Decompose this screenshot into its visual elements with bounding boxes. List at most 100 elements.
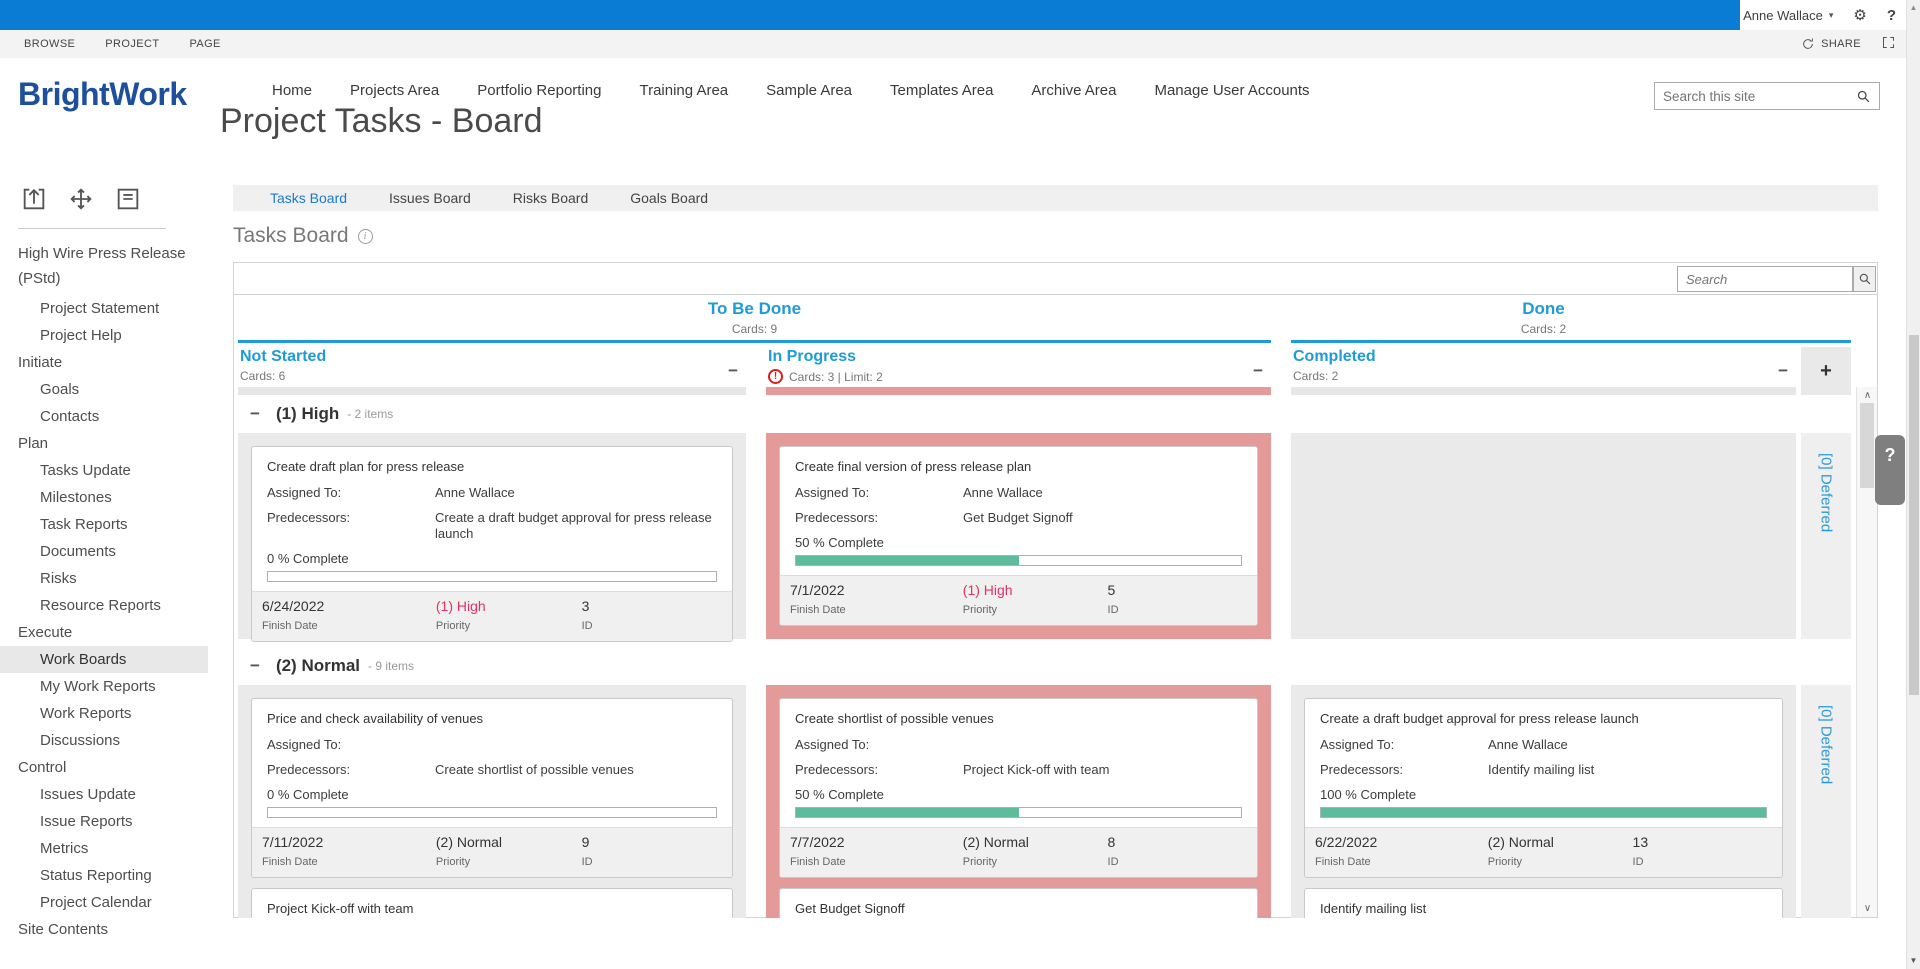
sidebar-item-work-boards[interactable]: Work Boards xyxy=(0,646,208,673)
card-title: Create shortlist of possible venues xyxy=(795,711,1242,727)
column-not-started-header: Not Started Cards: 6 − xyxy=(238,347,746,387)
collapse-column-icon[interactable]: − xyxy=(1253,362,1263,379)
move-button[interactable] xyxy=(65,183,97,215)
sidebar-item-issue-reports[interactable]: Issue Reports xyxy=(0,808,208,835)
promote-button[interactable] xyxy=(18,183,50,215)
sidebar-item-execute[interactable]: Execute xyxy=(0,619,208,646)
tab-issues-board[interactable]: Issues Board xyxy=(389,190,471,206)
group-name[interactable]: To Be Done xyxy=(238,299,1271,319)
page-title: Project Tasks - Board xyxy=(220,102,543,141)
scroll-down-icon[interactable]: ∨ xyxy=(1857,903,1878,914)
topnav-templates-area[interactable]: Templates Area xyxy=(890,82,993,99)
topnav-manage-user-accounts[interactable]: Manage User Accounts xyxy=(1154,82,1309,99)
sidebar-item-milestones[interactable]: Milestones xyxy=(0,484,208,511)
sidebar-item-project-calendar[interactable]: Project Calendar xyxy=(0,889,208,916)
task-card[interactable]: Create shortlist of possible venues Assi… xyxy=(779,698,1258,878)
board-search-button[interactable] xyxy=(1853,266,1876,292)
topnav-portfolio-reporting[interactable]: Portfolio Reporting xyxy=(477,82,601,99)
help-flyout-button[interactable]: ? xyxy=(1875,435,1905,505)
card-title: Get Budget Signoff xyxy=(795,901,1242,917)
add-column-button[interactable]: + xyxy=(1801,347,1851,395)
tab-tasks-board[interactable]: Tasks Board xyxy=(270,190,347,206)
help-icon[interactable]: ? xyxy=(1887,7,1896,24)
board-search-input[interactable] xyxy=(1677,266,1853,292)
ribbon-tab-project[interactable]: PROJECT xyxy=(105,38,159,50)
focus-mode-button[interactable] xyxy=(1881,35,1896,53)
progress-fill xyxy=(1321,808,1766,817)
share-button[interactable]: SHARE xyxy=(1801,37,1861,51)
scroll-down-icon[interactable]: ▼ xyxy=(1907,956,1920,965)
sidebar-item-control[interactable]: Control xyxy=(0,754,208,781)
user-menu[interactable]: Anne Wallace ▾ xyxy=(1743,8,1833,23)
predecessors-value: Create shortlist of possible venues xyxy=(435,762,717,778)
scroll-up-icon[interactable]: ∧ xyxy=(1857,390,1878,401)
task-card[interactable]: Create final version of press release pl… xyxy=(779,446,1258,626)
percent-complete-label: 0 % Complete xyxy=(267,551,717,566)
topnav-projects-area[interactable]: Projects Area xyxy=(350,82,439,99)
sidebar-item-documents[interactable]: Documents xyxy=(0,538,208,565)
group-name[interactable]: Done xyxy=(1291,299,1796,319)
scrollbar-thumb[interactable] xyxy=(1909,335,1919,695)
card-title: Identify mailing list xyxy=(1320,901,1767,917)
task-card[interactable]: Create draft plan for press release Assi… xyxy=(251,446,733,642)
topnav-archive-area[interactable]: Archive Area xyxy=(1031,82,1116,99)
card-title: Create final version of press release pl… xyxy=(795,459,1242,475)
collapse-column-icon[interactable]: − xyxy=(1778,362,1788,379)
scrollbar-thumb[interactable] xyxy=(1860,403,1874,488)
form-list-button[interactable] xyxy=(112,183,144,215)
assigned-value: Anne Wallace xyxy=(963,485,1242,501)
task-card[interactable]: Create a draft budget approval for press… xyxy=(1304,698,1783,878)
cell-high-not-started: Create draft plan for press release Assi… xyxy=(238,433,746,639)
sidebar-item-goals[interactable]: Goals xyxy=(0,376,208,403)
sidebar-item-resource-reports[interactable]: Resource Reports xyxy=(0,592,208,619)
sidebar-item-metrics[interactable]: Metrics xyxy=(0,835,208,862)
tab-goals-board[interactable]: Goals Board xyxy=(630,190,708,206)
assigned-value: Anne Wallace xyxy=(435,485,717,501)
collapse-swimlane-icon[interactable]: − xyxy=(250,656,260,676)
sidebar-item-initiate[interactable]: Initiate xyxy=(0,349,208,376)
sidebar-item-tasks-update[interactable]: Tasks Update xyxy=(0,457,208,484)
sidebar-item-issues-update[interactable]: Issues Update xyxy=(0,781,208,808)
assigned-label: Assigned To: xyxy=(795,737,963,753)
sidebar-item-plan[interactable]: Plan xyxy=(0,430,208,457)
sidebar-item-task-reports[interactable]: Task Reports xyxy=(0,511,208,538)
board-scrollbar[interactable]: ∧ ∨ xyxy=(1856,387,1877,917)
sidebar-item-site-contents[interactable]: Site Contents xyxy=(0,916,208,943)
ribbon-tab-browse[interactable]: BROWSE xyxy=(24,38,75,50)
sidebar-item-project-help[interactable]: Project Help xyxy=(0,322,208,349)
ribbon-tab-page[interactable]: PAGE xyxy=(189,38,220,50)
settings-gear-icon[interactable]: ⚙ xyxy=(1853,6,1866,24)
task-card[interactable]: Project Kick-off with team xyxy=(251,888,733,918)
deferred-column[interactable]: [0] Deferred xyxy=(1801,433,1851,639)
sidebar-item-risks[interactable]: Risks xyxy=(0,565,208,592)
task-card[interactable]: Identify mailing list xyxy=(1304,888,1783,918)
info-icon[interactable]: i xyxy=(358,229,373,244)
sidebar-item-project-title[interactable]: High Wire Press Release (PStd) xyxy=(0,239,208,295)
page-scrollbar[interactable]: ▲ ▼ xyxy=(1906,0,1920,969)
search-icon[interactable] xyxy=(1856,89,1871,104)
brightwork-logo[interactable]: BrightWork xyxy=(18,76,208,113)
site-search-input[interactable] xyxy=(1663,89,1850,104)
percent-complete-label: 100 % Complete xyxy=(1320,787,1767,802)
suite-bar: Anne Wallace ▾ ⚙ ? xyxy=(0,0,1920,30)
sidebar-item-project-statement[interactable]: Project Statement xyxy=(0,295,208,322)
sidebar-item-my-work-reports[interactable]: My Work Reports xyxy=(0,673,208,700)
tab-risks-board[interactable]: Risks Board xyxy=(513,190,588,206)
scroll-up-icon[interactable]: ▲ xyxy=(1907,3,1920,12)
group-card-count: Cards: 9 xyxy=(238,322,1271,336)
topnav-home[interactable]: Home xyxy=(272,82,312,99)
topnav-training-area[interactable]: Training Area xyxy=(639,82,728,99)
card-footer: 6/24/2022Finish Date (1) HighPriority 3I… xyxy=(252,591,732,641)
sidebar-item-contacts[interactable]: Contacts xyxy=(0,403,208,430)
percent-complete-label: 50 % Complete xyxy=(795,787,1242,802)
collapse-column-icon[interactable]: − xyxy=(728,362,738,379)
sidebar-item-work-reports[interactable]: Work Reports xyxy=(0,700,208,727)
task-card[interactable]: Price and check availability of venues A… xyxy=(251,698,733,878)
predecessors-label: Predecessors: xyxy=(267,762,435,778)
deferred-column[interactable]: [0] Deferred xyxy=(1801,685,1851,918)
sidebar-item-status-reporting[interactable]: Status Reporting xyxy=(0,862,208,889)
topnav-sample-area[interactable]: Sample Area xyxy=(766,82,852,99)
sidebar-item-discussions[interactable]: Discussions xyxy=(0,727,208,754)
task-card[interactable]: Get Budget Signoff xyxy=(779,888,1258,918)
collapse-swimlane-icon[interactable]: − xyxy=(250,404,260,424)
